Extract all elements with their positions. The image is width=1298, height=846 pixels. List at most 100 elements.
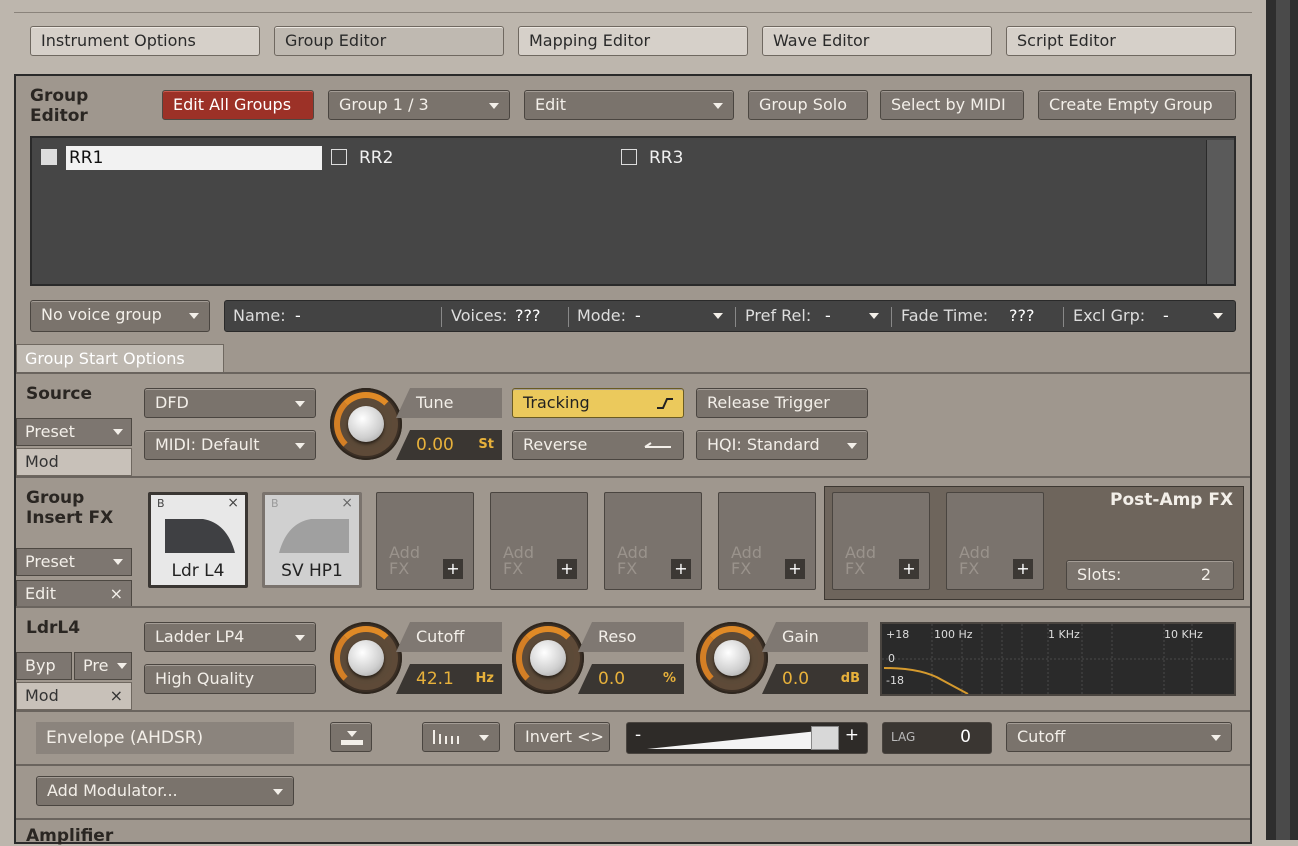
invert-button[interactable]: Invert <> (514, 722, 610, 752)
voice-group-info-bar: Name: - Voices: ??? Mode: - Pref Rel: - … (224, 300, 1236, 332)
slider-minus-label: - (635, 725, 642, 745)
voice-group-dropdown[interactable]: No voice group (30, 300, 210, 332)
group-name-rr3[interactable]: RR3 (649, 148, 683, 168)
tracking-toggle[interactable]: Tracking (512, 388, 684, 418)
source-preset-dropdown[interactable]: Preset (16, 418, 132, 446)
insert-fx-preset-dropdown[interactable]: Preset (16, 548, 132, 576)
add-icon[interactable]: + (557, 559, 577, 579)
tune-value[interactable]: 0.00 St (396, 430, 502, 460)
top-divider (14, 12, 1252, 13)
close-icon[interactable]: × (110, 683, 123, 709)
tab-script-editor[interactable]: Script Editor (1006, 26, 1236, 56)
reso-value[interactable]: 0.0% (578, 664, 684, 694)
remove-icon[interactable]: × (341, 495, 353, 511)
tab-group-editor[interactable]: Group Editor (274, 26, 504, 56)
pref-rel-value[interactable]: - (825, 301, 831, 331)
tracking-curve-icon (657, 398, 673, 409)
right-scrollbar[interactable] (1266, 0, 1298, 840)
chevron-down-icon (489, 103, 499, 109)
edit-menu-dropdown[interactable]: Edit (524, 90, 734, 120)
fx-slot-empty[interactable]: Add FX + (490, 492, 588, 590)
divider (16, 372, 1250, 374)
bypass-button[interactable]: Byp (16, 652, 72, 680)
gain-value[interactable]: 0.0 dB (762, 664, 868, 694)
reso-knob[interactable] (512, 622, 584, 694)
slider-plus-label: + (844, 725, 859, 745)
add-icon[interactable]: + (443, 559, 463, 579)
cutoff-knob[interactable] (330, 622, 402, 694)
chevron-down-icon (1211, 735, 1221, 741)
source-mode-dropdown[interactable]: DFD (144, 388, 316, 418)
select-by-midi-button[interactable]: Select by MIDI (880, 90, 1024, 120)
add-modulator-dropdown[interactable]: Add Modulator... (36, 776, 294, 806)
voices-value[interactable]: ??? (515, 301, 540, 331)
add-icon[interactable]: + (671, 559, 691, 579)
slider-handle[interactable] (811, 726, 839, 750)
midi-channel-dropdown[interactable]: MIDI: Default (144, 430, 316, 460)
source-mod-tab[interactable]: Mod (16, 448, 132, 476)
lag-value[interactable]: 0 (960, 727, 971, 747)
group-start-options-tab[interactable]: Group Start Options (16, 344, 224, 372)
tab-mapping-editor[interactable]: Mapping Editor (518, 26, 748, 56)
edit-all-groups-button[interactable]: Edit All Groups (162, 90, 314, 120)
modulator-source-button[interactable] (330, 722, 372, 752)
group-checkbox-rr1[interactable] (41, 149, 57, 165)
add-icon[interactable]: + (1013, 559, 1033, 579)
add-icon[interactable]: + (785, 559, 805, 579)
fx-slot-empty[interactable]: Add FX + (376, 492, 474, 590)
bypass-label[interactable]: B (271, 497, 279, 510)
chevron-down-icon (295, 635, 305, 641)
group-select-dropdown[interactable]: Group 1 / 3 (328, 90, 510, 120)
excl-grp-value[interactable]: - (1163, 301, 1169, 331)
bypass-label[interactable]: B (157, 497, 165, 510)
filter-type-dropdown[interactable]: Ladder LP4 (144, 622, 316, 652)
gain-knob[interactable] (696, 622, 768, 694)
pref-rel-chevron-icon[interactable] (869, 313, 879, 319)
filter-mod-tab[interactable]: Mod × (16, 682, 132, 710)
group-solo-button[interactable]: Group Solo (748, 90, 868, 120)
insert-fx-edit-button[interactable]: Edit × (16, 580, 132, 608)
remove-icon[interactable]: × (227, 495, 239, 511)
lag-field[interactable]: LAG 0 (882, 722, 992, 754)
chevron-down-icon (847, 443, 857, 449)
pre-dropdown[interactable]: Pre (74, 652, 132, 680)
envelope-ahdsr-label[interactable]: Envelope (AHDSR) (36, 722, 294, 754)
fx-slot-ldr-l4[interactable]: B × Ldr L4 (148, 492, 248, 588)
mode-chevron-icon[interactable] (713, 313, 723, 319)
group-checkbox-rr3[interactable] (621, 149, 637, 165)
post-amp-fx-slot-empty[interactable]: Add FX + (946, 492, 1044, 590)
fade-time-value[interactable]: ??? (1009, 301, 1034, 331)
fx-slot-sv-hp1[interactable]: B × SV HP1 (262, 492, 362, 588)
add-icon[interactable]: + (899, 559, 919, 579)
tune-knob[interactable] (330, 388, 402, 460)
group-checkbox-rr2[interactable] (331, 149, 347, 165)
pref-rel-label: Pref Rel: (745, 306, 812, 325)
high-quality-toggle[interactable]: High Quality (144, 664, 316, 694)
mode-label: Mode: (577, 306, 626, 325)
tab-instrument-options[interactable]: Instrument Options (30, 26, 260, 56)
modulation-shape-dropdown[interactable] (422, 722, 500, 752)
reverse-toggle[interactable]: Reverse (512, 430, 684, 460)
post-amp-fx-title: Post-Amp FX (1110, 490, 1234, 510)
create-empty-group-button[interactable]: Create Empty Group (1038, 90, 1236, 120)
close-icon[interactable]: × (110, 581, 123, 607)
excl-grp-label: Excl Grp: (1073, 306, 1146, 325)
divider (16, 764, 1250, 766)
group-list-scrollbar[interactable] (1206, 140, 1234, 284)
excl-grp-chevron-icon[interactable] (1213, 313, 1223, 319)
release-trigger-button[interactable]: Release Trigger (696, 388, 868, 418)
fx-slot-empty[interactable]: Add FX + (718, 492, 816, 590)
mode-value[interactable]: - (635, 301, 641, 331)
insert-fx-title: Group Insert FX (26, 488, 114, 528)
cutoff-value[interactable]: 42.1 Hz (396, 664, 502, 694)
tab-wave-editor[interactable]: Wave Editor (762, 26, 992, 56)
group-name-rr1[interactable]: RR1 (66, 146, 322, 170)
group-name-rr2[interactable]: RR2 (359, 148, 393, 168)
modulation-intensity-slider[interactable]: - + (626, 722, 868, 754)
post-amp-fx-slot-empty[interactable]: Add FX + (832, 492, 930, 590)
hqi-dropdown[interactable]: HQI: Standard (696, 430, 868, 460)
chevron-down-icon (295, 443, 305, 449)
slots-value-field[interactable]: Slots: 2 (1066, 560, 1234, 590)
fx-slot-empty[interactable]: Add FX + (604, 492, 702, 590)
modulation-target-dropdown[interactable]: Cutoff (1006, 722, 1232, 752)
